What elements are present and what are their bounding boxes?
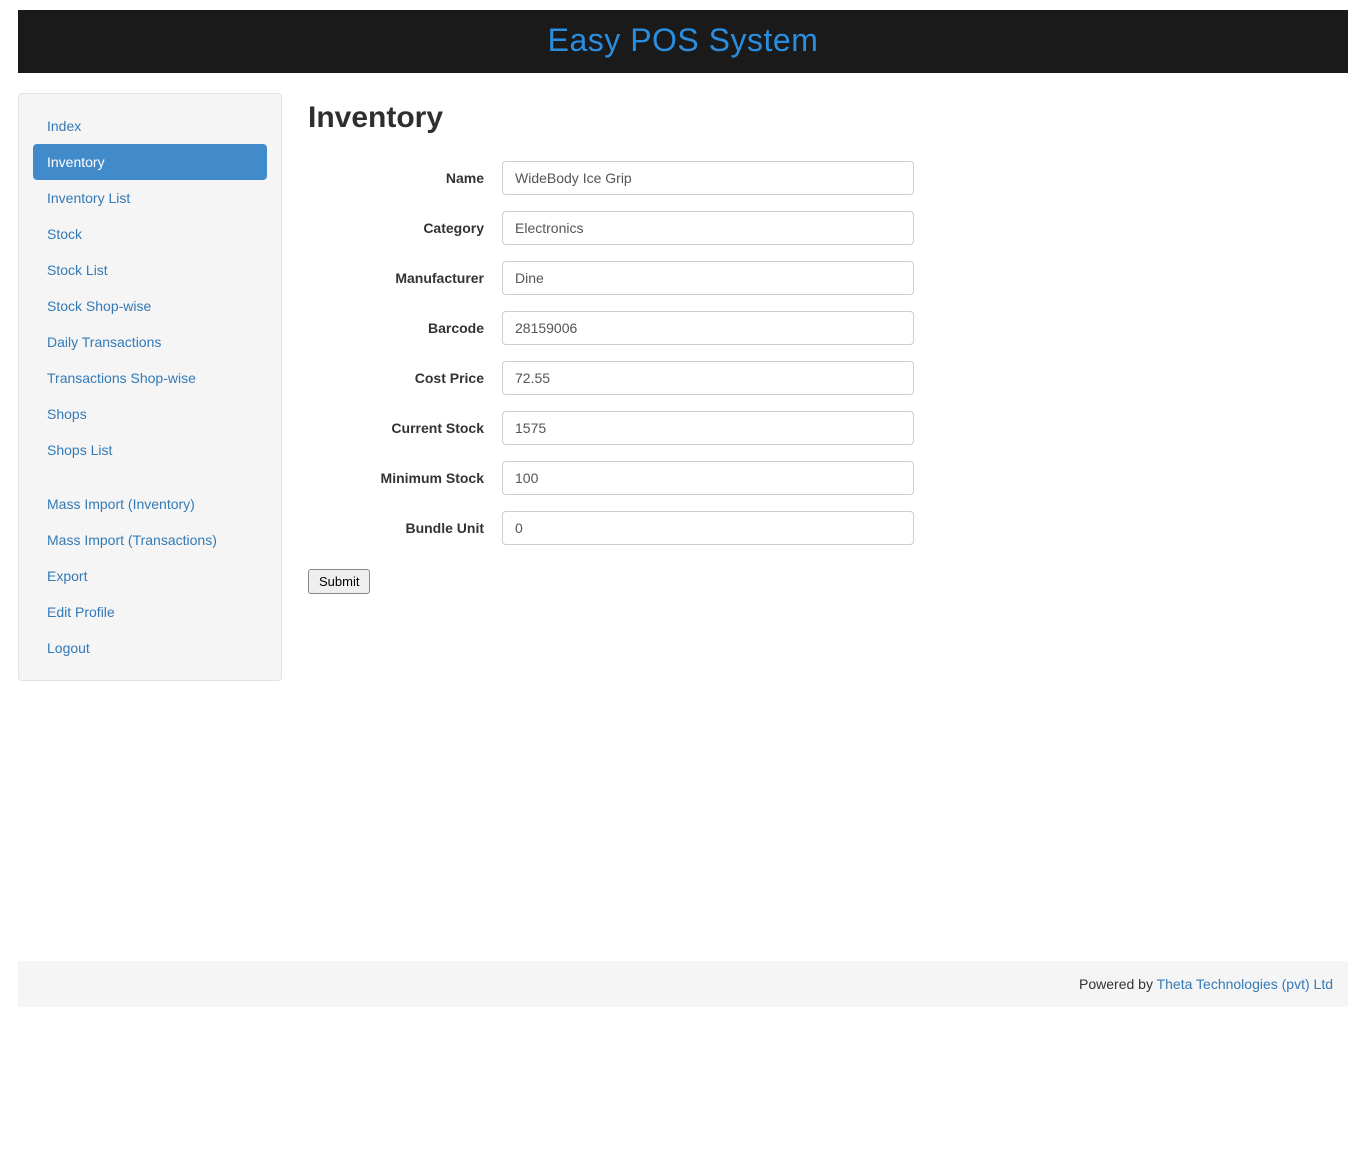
input-minimum-stock[interactable] bbox=[502, 461, 914, 495]
label-name: Name bbox=[308, 170, 502, 186]
main-content: Inventory Name Category Manufacturer Bar… bbox=[282, 93, 1348, 681]
sidebar-item-transactions-shop-wise[interactable]: Transactions Shop-wise bbox=[33, 360, 267, 396]
label-bundle-unit: Bundle Unit bbox=[308, 520, 502, 536]
submit-button[interactable]: Submit bbox=[308, 569, 370, 594]
label-category: Category bbox=[308, 220, 502, 236]
label-minimum-stock: Minimum Stock bbox=[308, 470, 502, 486]
sidebar-item-export[interactable]: Export bbox=[33, 558, 267, 594]
sidebar-item-stock-list[interactable]: Stock List bbox=[33, 252, 267, 288]
sidebar-item-stock-shop-wise[interactable]: Stock Shop-wise bbox=[33, 288, 267, 324]
input-manufacturer[interactable] bbox=[502, 261, 914, 295]
input-bundle-unit[interactable] bbox=[502, 511, 914, 545]
sidebar-item-mass-import-transactions[interactable]: Mass Import (Transactions) bbox=[33, 522, 267, 558]
sidebar-item-inventory[interactable]: Inventory bbox=[33, 144, 267, 180]
sidebar-item-mass-import-inventory[interactable]: Mass Import (Inventory) bbox=[33, 486, 267, 522]
sidebar-item-stock[interactable]: Stock bbox=[33, 216, 267, 252]
input-barcode[interactable] bbox=[502, 311, 914, 345]
sidebar-item-shops[interactable]: Shops bbox=[33, 396, 267, 432]
app-header: Easy POS System bbox=[18, 10, 1348, 73]
sidebar-item-shops-list[interactable]: Shops List bbox=[33, 432, 267, 468]
footer-powered-by: Powered by bbox=[1079, 976, 1157, 992]
sidebar-item-daily-transactions[interactable]: Daily Transactions bbox=[33, 324, 267, 360]
input-current-stock[interactable] bbox=[502, 411, 914, 445]
footer: Powered by Theta Technologies (pvt) Ltd bbox=[18, 961, 1348, 1007]
sidebar: Index Inventory Inventory List Stock Sto… bbox=[18, 93, 282, 681]
label-manufacturer: Manufacturer bbox=[308, 270, 502, 286]
label-cost-price: Cost Price bbox=[308, 370, 502, 386]
page-title: Inventory bbox=[308, 101, 1328, 135]
footer-link[interactable]: Theta Technologies (pvt) Ltd bbox=[1157, 976, 1333, 992]
label-current-stock: Current Stock bbox=[308, 420, 502, 436]
label-barcode: Barcode bbox=[308, 320, 502, 336]
input-name[interactable] bbox=[502, 161, 914, 195]
nav-separator bbox=[33, 468, 267, 486]
sidebar-item-logout[interactable]: Logout bbox=[33, 630, 267, 666]
app-title: Easy POS System bbox=[18, 22, 1348, 59]
sidebar-item-index[interactable]: Index bbox=[33, 108, 267, 144]
input-category[interactable] bbox=[502, 211, 914, 245]
sidebar-item-edit-profile[interactable]: Edit Profile bbox=[33, 594, 267, 630]
input-cost-price[interactable] bbox=[502, 361, 914, 395]
sidebar-item-inventory-list[interactable]: Inventory List bbox=[33, 180, 267, 216]
